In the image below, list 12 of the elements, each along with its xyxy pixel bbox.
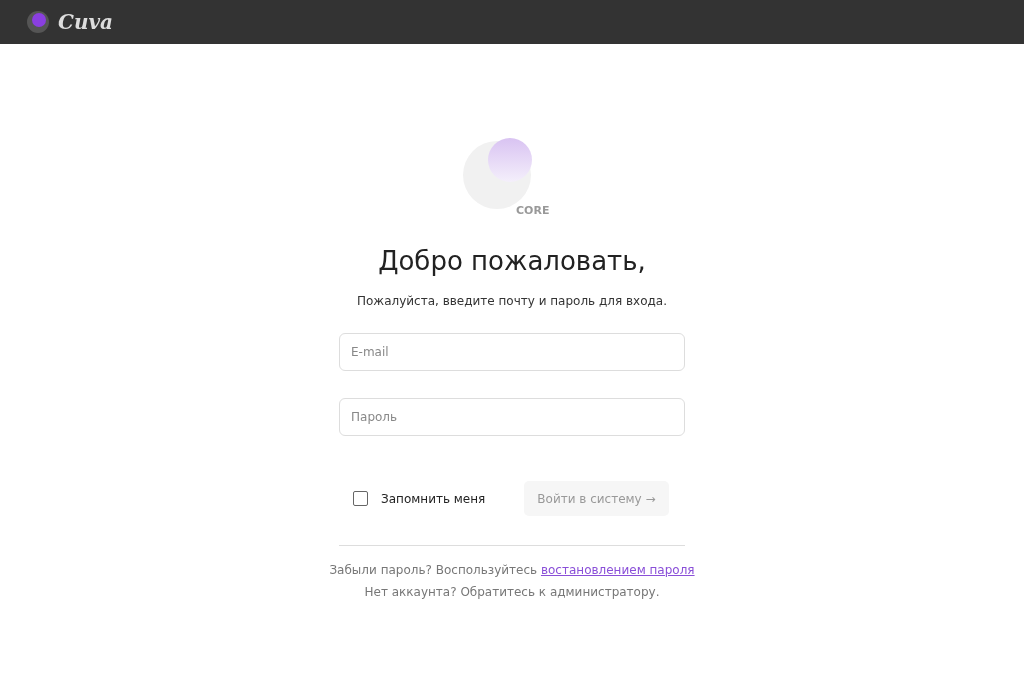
checkbox-label: Запомнить меня: [381, 491, 486, 506]
forgot-password-text: Забыли пароль? Воспользуйтесь востановлением пароля: [329, 563, 695, 577]
input-field[interactable]: Пароль: [339, 398, 685, 436]
input-field[interactable]: E-mail: [339, 333, 685, 371]
logo-icon: [26, 10, 50, 34]
checkbox[interactable]: [353, 491, 368, 506]
welcome-title: Добро пожаловать,: [378, 246, 646, 276]
brand-name: Cuva: [58, 10, 114, 34]
no-account-text: Нет аккаунта? Обратитесь к администратору.: [364, 585, 660, 599]
subtitle: Пожалуйста, введите почту и пароль для входа.: [357, 294, 667, 308]
logo-caption: CORE: [516, 204, 550, 217]
recovery-link[interactable]: востановлением пароля: [540, 563, 695, 577]
